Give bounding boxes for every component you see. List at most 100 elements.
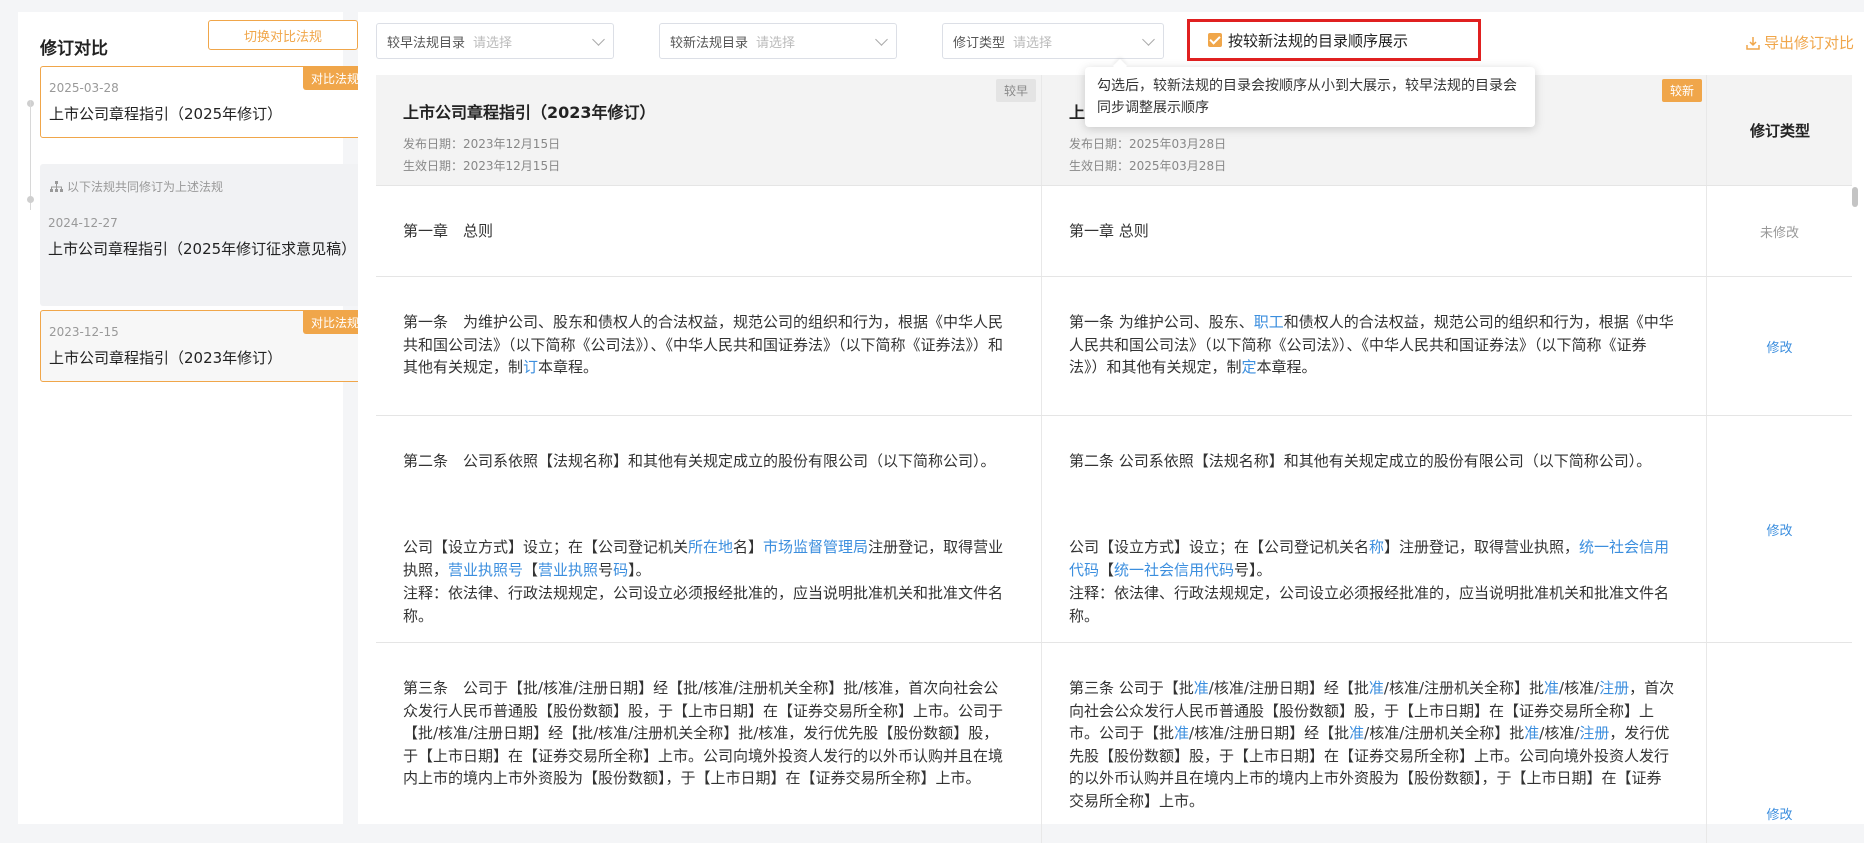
filter-label: 修订类型 bbox=[953, 35, 1006, 51]
text-span: 本章程。 bbox=[538, 358, 599, 376]
shared-label: 以下法规共同修订为上述法规 bbox=[50, 178, 223, 195]
filter-label: 较新法规目录 bbox=[670, 35, 749, 51]
shared-group: 以下法规共同修订为上述法规 2024-12-27 上市公司章程指引（2025年修… bbox=[40, 164, 368, 306]
old-text: 公司【设立方式】设立；在【公司登记机关所在地名】市场监督管理局注册登记，取得营业… bbox=[403, 536, 1011, 581]
timeline-line bbox=[30, 100, 31, 210]
old-text: 第三条 公司于【批/核准/注册日期】经【批/核准/注册机关全称】批/核准，首次向… bbox=[403, 679, 1004, 787]
card-name: 上市公司章程指引（2025年修订） bbox=[49, 105, 283, 123]
new-text: 第一条 为维护公司、股东、职工和债权人的合法权益，规范公司的组织和行为，根据《中… bbox=[1069, 311, 1676, 379]
revision-type-select[interactable]: 修订类型 请选择 bbox=[942, 23, 1164, 59]
new-catalog-select[interactable]: 较新法规目录 请选择 bbox=[659, 23, 897, 59]
text-span: 第三条 公司于【批 bbox=[1069, 679, 1194, 697]
sidebar-title: 修订对比 bbox=[40, 39, 108, 59]
text-span: 名】 bbox=[733, 538, 764, 556]
newer-badge: 较新 bbox=[1661, 79, 1702, 102]
card-date: 2024-12-27 bbox=[48, 216, 118, 230]
text-span: 】。 bbox=[628, 560, 651, 579]
changed-text: 准 bbox=[1193, 679, 1209, 697]
revision-type-link[interactable]: 修改 bbox=[1706, 416, 1852, 642]
old-cell: 第三条 公司于【批/核准/注册日期】经【批/核准/注册机关全称】批/核准，首次向… bbox=[376, 643, 1041, 843]
text-span: 】注册登记，取得营业执照， bbox=[1384, 538, 1580, 556]
scrollbar[interactable] bbox=[1852, 187, 1858, 207]
filter-placeholder: 请选择 bbox=[473, 35, 513, 51]
changed-text: 准 bbox=[1524, 724, 1540, 742]
new-text: 第一章 总则 bbox=[1069, 222, 1149, 240]
text-span: 【 bbox=[1099, 560, 1115, 579]
table-row: 第三条 公司于【批/核准/注册日期】经【批/核准/注册机关全称】批/核准，首次向… bbox=[376, 643, 1852, 843]
revision-type-link[interactable]: 修改 bbox=[1706, 643, 1852, 843]
regulation-card[interactable]: 2023-12-15 上市公司章程指引（2023年修订） 对比法规 bbox=[40, 310, 368, 382]
older-badge: 较早 bbox=[995, 79, 1036, 102]
new-cell: 第一章 总则 bbox=[1041, 186, 1706, 276]
changed-text: 准 bbox=[1174, 724, 1190, 742]
new-text: 注释：依法律、行政法规规定，公司设立必须报经批准的，应当说明批准机关和批准文件名… bbox=[1069, 584, 1670, 625]
new-cell: 第三条 公司于【批准/核准/注册日期】经【批准/核准/注册机关全称】批准/核准/… bbox=[1041, 643, 1706, 843]
old-text: 第二条 公司系依照【法规名称】和其他有关规定成立的股份有限公司（以下简称公司）。 bbox=[403, 452, 996, 470]
old-text: 注释：依法律、行政法规规定，公司设立必须报经批准的，应当说明批准机关和批准文件名… bbox=[403, 584, 1004, 625]
text-span: 第一条 为维护公司、股东和债权人的合法权益，规范公司的组织和行为，根据《中华人民… bbox=[403, 313, 1004, 376]
card-name: 上市公司章程指引（2023年修订） bbox=[49, 349, 283, 367]
sidebar: 修订对比 切换对比法规 2025-03-28 上市公司章程指引（2025年修订）… bbox=[18, 12, 368, 824]
new-publish-date: 发布日期：2025年03月28日 bbox=[1069, 137, 1227, 151]
order-by-new-checkbox[interactable]: 按较新法规的目录顺序展示 bbox=[1187, 19, 1481, 61]
switch-compare-button[interactable]: 切换对比法规 bbox=[208, 20, 358, 50]
filter-label: 较早法规目录 bbox=[387, 35, 466, 51]
regulation-card[interactable]: 2025-03-28 上市公司章程指引（2025年修订） 对比法规 bbox=[40, 66, 368, 138]
chevron-down-icon bbox=[592, 32, 605, 46]
new-text: 第二条 公司系依照【法规名称】和其他有关规定成立的股份有限公司（以下简称公司）。 bbox=[1069, 452, 1652, 470]
table-row: 第一章 总则 第一章 总则 未修改 bbox=[376, 186, 1852, 277]
card-date: 2023-12-15 bbox=[49, 325, 119, 339]
text-span: /核准/注册日期】经【批 bbox=[1189, 724, 1350, 742]
text-span: 号 bbox=[598, 560, 614, 579]
changed-text: 准 bbox=[1368, 679, 1384, 697]
type-column-header: 修订类型 bbox=[1706, 75, 1853, 185]
text-span: 第一条 为维护公司、股东、 bbox=[1069, 313, 1254, 331]
export-button[interactable]: 导出修订对比 bbox=[1746, 32, 1854, 53]
text-span: /核准/ bbox=[1539, 724, 1580, 742]
old-cell: 第一章 总则 bbox=[376, 186, 1041, 276]
text-span: /核准/注册机关全称】批 bbox=[1364, 724, 1525, 742]
regulation-card[interactable]: 2024-12-27 上市公司章程指引（2025年修订征求意见稿） bbox=[40, 212, 368, 300]
new-text: 公司【设立方式】设立；在【公司登记机关名称】注册登记，取得营业执照， 统一社会信用… bbox=[1069, 536, 1676, 581]
new-title: 上 bbox=[1069, 103, 1086, 122]
new-effective-date: 生效日期：2025年03月28日 bbox=[1069, 159, 1227, 173]
text-span: /核准/注册日期】经【批 bbox=[1208, 679, 1369, 697]
changed-text: 注册 bbox=[1599, 679, 1630, 697]
new-cell: 第二条 公司系依照【法规名称】和其他有关规定成立的股份有限公司（以下简称公司）。… bbox=[1041, 416, 1706, 642]
changed-text: 订 bbox=[523, 358, 539, 376]
old-header: 上市公司章程指引（2023年修订） 发布日期：2023年12月15日 生效日期：… bbox=[376, 75, 1041, 185]
text-span: /核准/注册机关全称】批 bbox=[1383, 679, 1545, 697]
revision-type: 未修改 bbox=[1706, 186, 1852, 276]
old-effective-date: 生效日期：2023年12月15日 bbox=[403, 159, 561, 173]
changed-text: 定 bbox=[1241, 358, 1257, 376]
tooltip: 勾选后，较新法规的目录会按顺序从小到大展示，较早法规的目录会同步调整展示顺序 bbox=[1085, 67, 1535, 127]
old-text: 第一章 总则 bbox=[403, 222, 494, 240]
changed-text: 所在地 bbox=[688, 538, 734, 556]
old-catalog-select[interactable]: 较早法规目录 请选择 bbox=[376, 23, 614, 59]
new-text: 第三条 公司于【批准/核准/注册日期】经【批准/核准/注册机关全称】批准/核准/… bbox=[1069, 677, 1676, 812]
new-cell: 第一条 为维护公司、股东、职工和债权人的合法权益，规范公司的组织和行为，根据《中… bbox=[1041, 277, 1706, 415]
card-name: 上市公司章程指引（2025年修订征求意见稿） bbox=[48, 240, 357, 258]
old-publish-date: 发布日期：2023年12月15日 bbox=[403, 137, 561, 151]
revision-type-text: 修改 bbox=[1766, 808, 1793, 823]
changed-text: 码 bbox=[613, 560, 629, 579]
checkbox-label: 按较新法规的目录顺序展示 bbox=[1228, 31, 1409, 50]
old-cell: 第一条 为维护公司、股东和债权人的合法权益，规范公司的组织和行为，根据《中华人民… bbox=[376, 277, 1041, 415]
old-title: 上市公司章程指引（2023年修订） bbox=[403, 103, 656, 122]
filter-placeholder: 请选择 bbox=[1013, 35, 1053, 51]
changed-text: 注册 bbox=[1579, 724, 1610, 742]
export-label: 导出修订对比 bbox=[1763, 34, 1854, 52]
checkbox-checked-icon[interactable] bbox=[1208, 33, 1222, 47]
text-span: 号】。 bbox=[1234, 560, 1272, 579]
changed-text: 称 bbox=[1369, 538, 1385, 556]
chevron-down-icon bbox=[875, 32, 888, 46]
changed-text: 准 bbox=[1544, 679, 1560, 697]
shared-label-text: 以下法规共同修订为上述法规 bbox=[67, 180, 224, 194]
timeline-dot bbox=[27, 196, 34, 203]
changed-text: 营业执照 bbox=[538, 560, 599, 579]
revision-type-link[interactable]: 修改 bbox=[1706, 277, 1852, 415]
table-row: 第一条 为维护公司、股东和债权人的合法权益，规范公司的组织和行为，根据《中华人民… bbox=[376, 277, 1852, 416]
text-span: 【 bbox=[523, 560, 539, 579]
changed-text: 职工 bbox=[1253, 313, 1284, 331]
text-span: /核准/ bbox=[1559, 679, 1600, 697]
